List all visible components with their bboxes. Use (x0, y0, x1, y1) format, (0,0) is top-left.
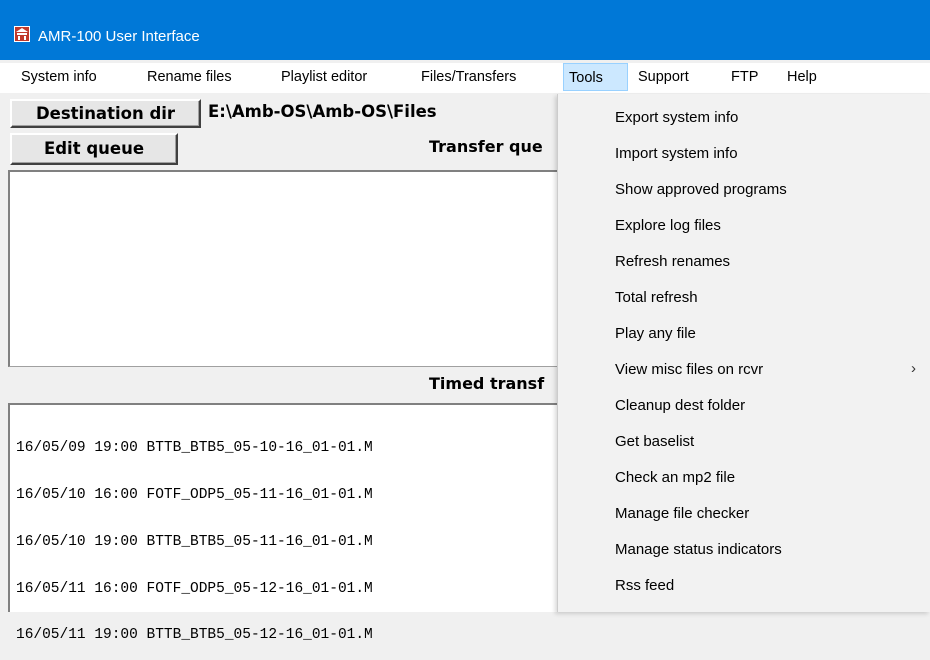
menuitem-view-misc-files[interactable]: View misc files on rcvr › (558, 352, 930, 388)
menuitem-play-any-file[interactable]: Play any file (558, 316, 930, 352)
menuitem-label: Get baselist (615, 433, 695, 450)
menuitem-label: Refresh renames (615, 253, 731, 270)
menuitem-label: Manage file checker (615, 505, 750, 522)
transfer-queue-list[interactable] (8, 170, 557, 367)
menu-system-info[interactable]: System info (21, 63, 97, 92)
menuitem-show-approved-programs[interactable]: Show approved programs (558, 172, 930, 208)
menu-ftp[interactable]: FTP (731, 63, 758, 92)
menuitem-label: Rss feed (615, 577, 675, 594)
menuitem-label: View misc files on rcvr (615, 361, 764, 378)
timed-transfer-row[interactable]: 16/05/11 19:00 BTTB_BTB5_05-12-16_01-01.… (16, 628, 373, 644)
menuitem-rss-feed[interactable]: Rss feed (558, 568, 930, 604)
transfer-queue-header: Transfer que (429, 137, 543, 156)
timed-transfer-row[interactable]: 16/05/10 19:00 BTTB_BTB5_05-11-16_01-01.… (16, 534, 373, 551)
menuitem-label: Check an mp2 file (615, 469, 736, 486)
timed-transfer-row[interactable]: 16/05/11 16:00 FOTF_ODP5_05-12-16_01-01.… (16, 581, 373, 598)
menuitem-label: Export system info (615, 109, 739, 126)
menu-rename-files[interactable]: Rename files (147, 63, 232, 92)
menu-support[interactable]: Support (638, 63, 689, 92)
menuitem-check-mp2-file[interactable]: Check an mp2 file (558, 460, 930, 496)
menuitem-total-refresh[interactable]: Total refresh (558, 280, 930, 316)
menuitem-label: Show approved programs (615, 181, 787, 198)
menu-help[interactable]: Help (787, 63, 817, 92)
menuitem-label: Play any file (615, 325, 696, 342)
menuitem-label: Cleanup dest folder (615, 397, 746, 414)
edit-queue-button[interactable]: Edit queue (10, 133, 178, 165)
menu-playlist-editor[interactable]: Playlist editor (281, 63, 367, 92)
menuitem-label: Import system info (615, 145, 738, 162)
menu-bar: System info Rename files Playlist editor… (0, 63, 930, 93)
menuitem-label: Manage status indicators (615, 541, 782, 558)
destination-path: E:\Amb-OS\Amb-OS\Files (208, 102, 437, 121)
submenu-arrow-icon: › (911, 360, 916, 377)
menuitem-manage-status-indicators[interactable]: Manage status indicators (558, 532, 930, 568)
menuitem-export-system-info[interactable]: Export system info (558, 100, 930, 136)
title-bar: AMR-100 User Interface (0, 0, 930, 60)
menuitem-cleanup-dest-folder[interactable]: Cleanup dest folder (558, 388, 930, 424)
timed-transfer-row[interactable]: 16/05/10 16:00 FOTF_ODP5_05-11-16_01-01.… (16, 487, 373, 504)
menuitem-label: Total refresh (615, 289, 698, 306)
menuitem-manage-file-checker[interactable]: Manage file checker (558, 496, 930, 532)
tools-dropdown-menu: Export system info Import system info Sh… (557, 94, 930, 612)
window-title: AMR-100 User Interface (38, 28, 200, 45)
menuitem-get-baselist[interactable]: Get baselist (558, 424, 930, 460)
app-icon (14, 26, 30, 42)
menuitem-import-system-info[interactable]: Import system info (558, 136, 930, 172)
menuitem-explore-log-files[interactable]: Explore log files (558, 208, 930, 244)
timed-transfers-header: Timed transf (429, 374, 545, 393)
destination-dir-button[interactable]: Destination dir (10, 99, 201, 128)
timed-transfer-row[interactable]: 16/05/09 19:00 BTTB_BTB5_05-10-16_01-01.… (16, 441, 373, 457)
menuitem-label: Explore log files (615, 217, 721, 234)
menu-files-transfers[interactable]: Files/Transfers (421, 63, 516, 92)
menuitem-refresh-renames[interactable]: Refresh renames (558, 244, 930, 280)
timed-transfer-items: 16/05/09 19:00 BTTB_BTB5_05-10-16_01-01.… (16, 410, 373, 660)
menu-tools[interactable]: Tools (563, 63, 628, 91)
